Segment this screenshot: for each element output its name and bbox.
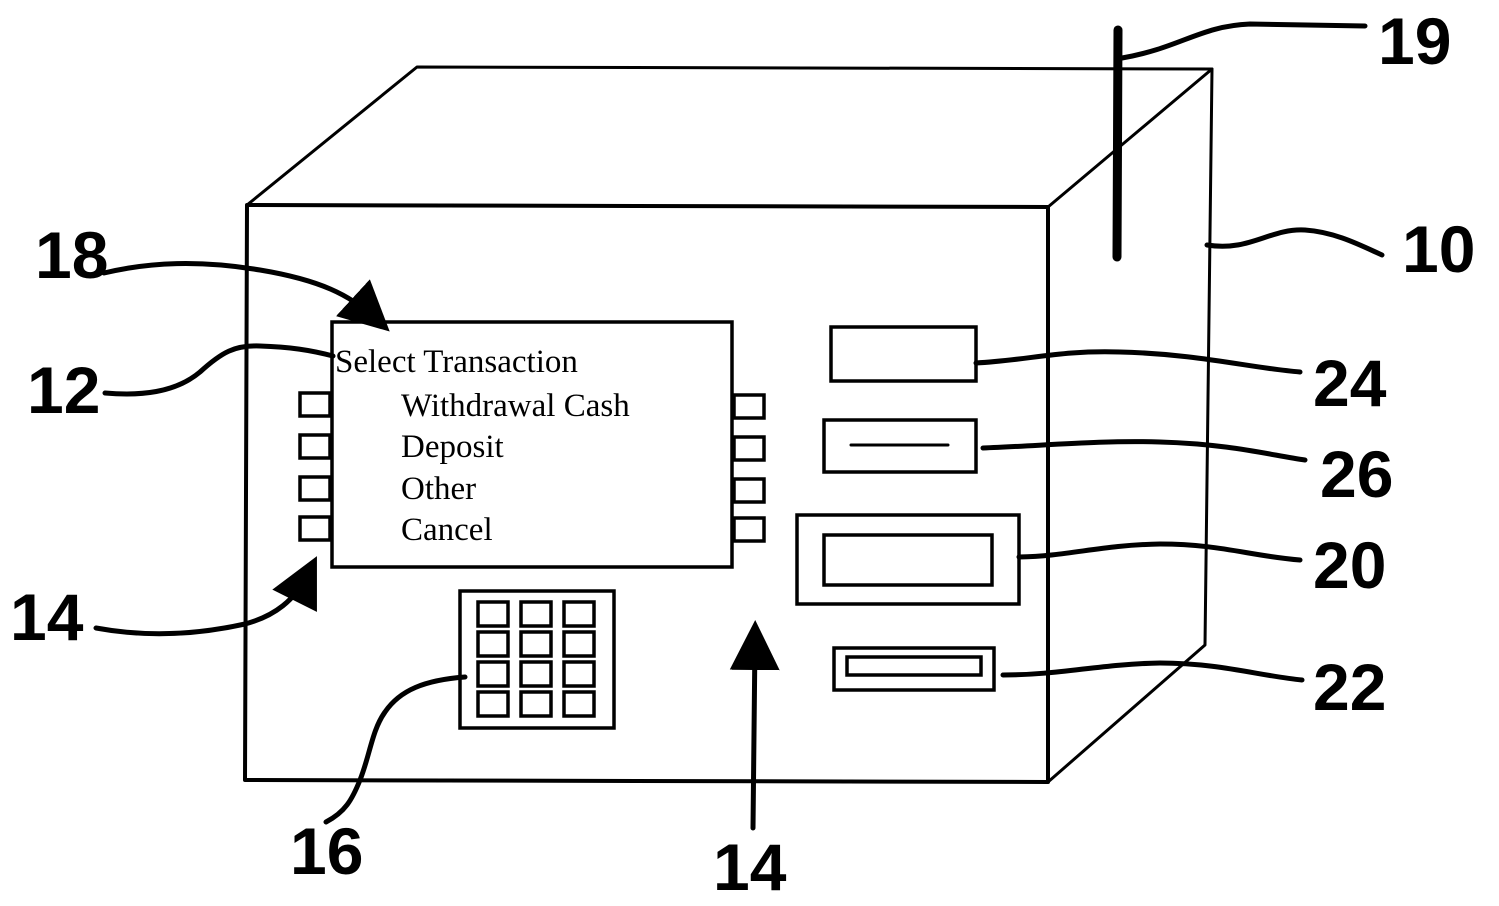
function-key-left-2[interactable] — [298, 433, 332, 460]
leader-14-left — [93, 556, 317, 637]
function-key-left-1[interactable] — [298, 391, 332, 418]
keypad-key[interactable] — [519, 600, 553, 628]
atm-diagram: Select Transaction Withdrawal Cash Depos… — [0, 0, 1499, 906]
function-keys-right — [732, 393, 766, 543]
function-key-right-1[interactable] — [732, 393, 766, 420]
function-key-left-4[interactable] — [298, 515, 332, 542]
keypad-key[interactable] — [519, 630, 553, 658]
leader-24 — [973, 349, 1303, 375]
keypad-key[interactable] — [562, 600, 596, 628]
keypad-key[interactable] — [476, 660, 510, 688]
card-reader — [832, 646, 996, 692]
screen-option-cancel[interactable]: Cancel — [401, 512, 493, 548]
leader-19 — [1119, 21, 1368, 61]
leader-10 — [1204, 227, 1385, 258]
keypad — [458, 589, 616, 730]
ref-24: 24 — [1313, 346, 1387, 420]
ref-18: 18 — [35, 218, 108, 292]
housing-top-face — [245, 65, 1214, 209]
screen-option-other[interactable]: Other — [401, 471, 476, 507]
keypad-key[interactable] — [562, 690, 596, 718]
keypad-key[interactable] — [476, 600, 510, 628]
keypad-key[interactable] — [476, 690, 510, 718]
ref-20: 20 — [1313, 528, 1386, 602]
function-key-right-2[interactable] — [732, 435, 766, 462]
cash-dispenser — [795, 513, 1021, 606]
leader-12 — [102, 343, 336, 397]
screen-option-deposit[interactable]: Deposit — [401, 429, 504, 465]
keypad-key[interactable] — [519, 690, 553, 718]
housing-side-face — [1046, 67, 1214, 784]
leader-16 — [323, 674, 468, 825]
function-key-right-3[interactable] — [732, 477, 766, 504]
leader-lines — [93, 21, 1385, 831]
screen-option-withdrawal[interactable]: Withdrawal Cash — [401, 388, 630, 424]
ref-10: 10 — [1402, 212, 1475, 286]
leader-18 — [101, 261, 390, 332]
ref-12: 12 — [27, 353, 100, 427]
function-key-right-4[interactable] — [732, 516, 766, 543]
function-keys-left — [298, 391, 332, 542]
keypad-key[interactable] — [562, 660, 596, 688]
ref-14-bottom: 14 — [713, 830, 787, 904]
leader-20 — [1016, 541, 1303, 563]
receipt-printer — [829, 325, 978, 383]
screen-title: Select Transaction — [335, 344, 578, 380]
deposit-slot — [822, 418, 978, 474]
ref-22: 22 — [1313, 650, 1386, 724]
leader-14-bottom — [729, 620, 780, 831]
card-reader-slot — [845, 655, 983, 677]
antenna — [1112, 25, 1123, 262]
display-screen: Select Transaction Withdrawal Cash Depos… — [330, 320, 734, 569]
ref-16: 16 — [290, 814, 363, 888]
atm-drawing: Select Transaction Withdrawal Cash Depos… — [10, 4, 1475, 904]
keypad-key[interactable] — [562, 630, 596, 658]
cash-dispenser-opening — [822, 533, 994, 587]
ref-26: 26 — [1320, 437, 1393, 511]
ref-19: 19 — [1378, 4, 1451, 78]
ref-14-left: 14 — [10, 580, 84, 654]
keypad-key[interactable] — [519, 660, 553, 688]
keypad-key[interactable] — [476, 630, 510, 658]
function-key-left-3[interactable] — [298, 475, 332, 502]
leader-26 — [980, 439, 1308, 463]
